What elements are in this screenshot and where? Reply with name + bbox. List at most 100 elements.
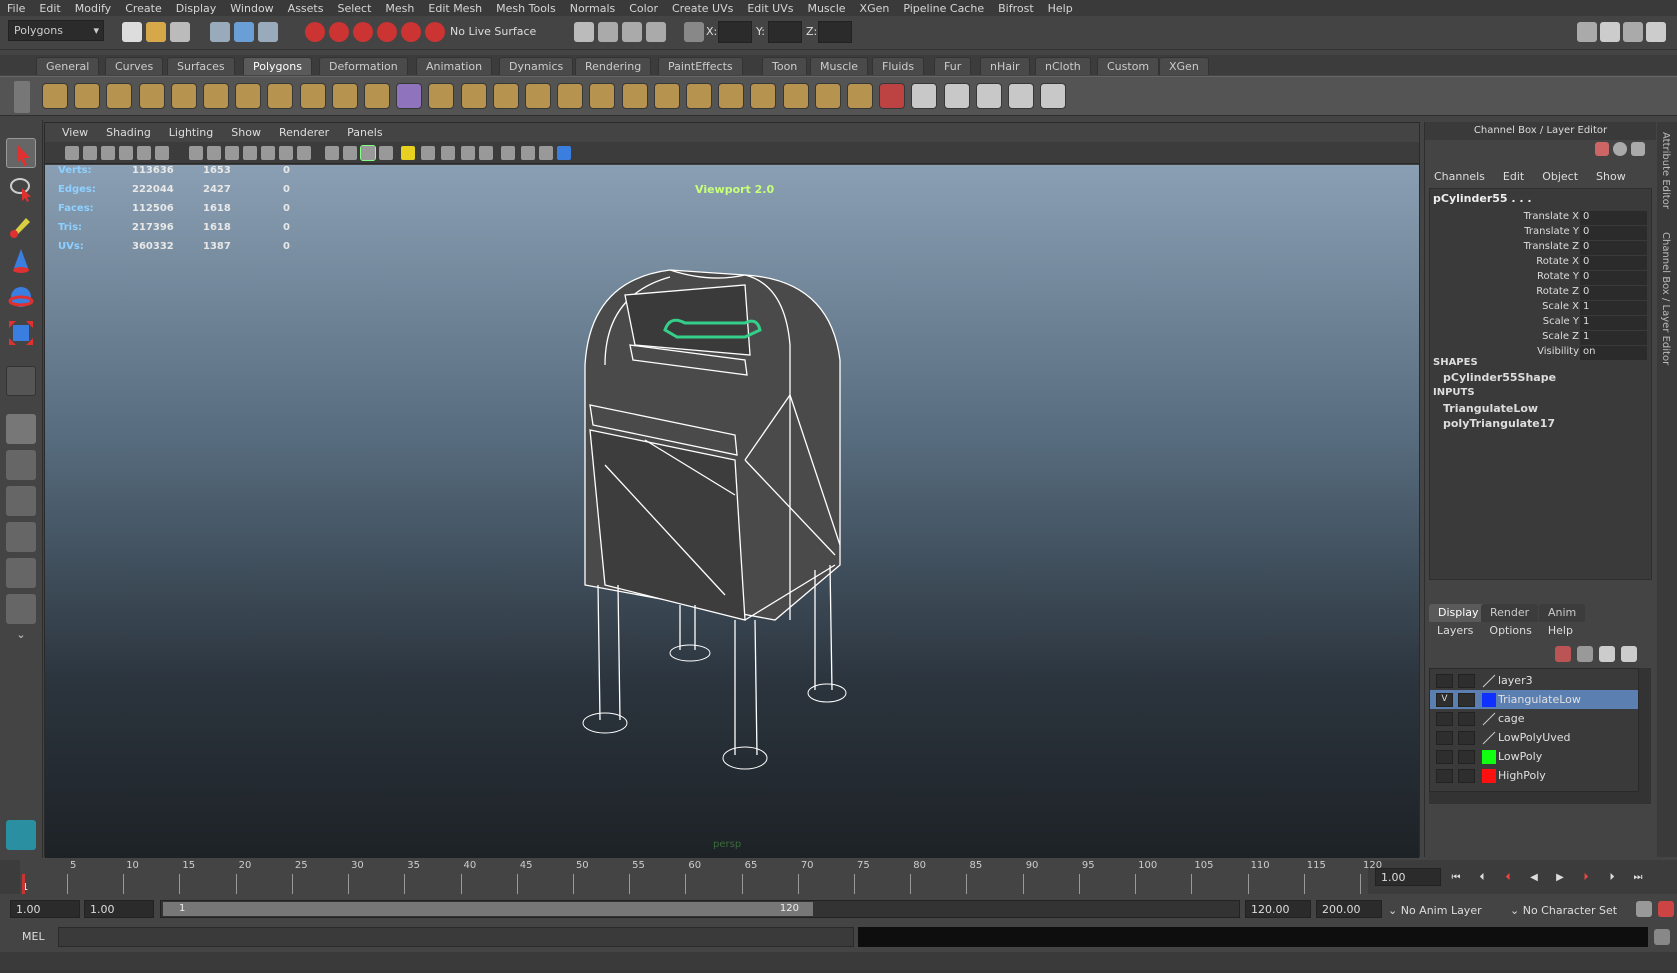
resolution-gate-icon[interactable] <box>225 146 239 160</box>
menu-create[interactable]: Create <box>118 2 169 15</box>
target-weld-icon[interactable] <box>718 83 745 109</box>
layer-menu-layers[interactable]: Layers <box>1429 624 1481 642</box>
snap-point-icon[interactable] <box>353 22 373 42</box>
tool-settings-icon[interactable] <box>1623 22 1643 42</box>
smooth-shade-icon[interactable] <box>343 146 357 160</box>
auto-key-icon[interactable] <box>1636 901 1652 917</box>
play-forwards-icon[interactable]: ▶ <box>1552 872 1568 886</box>
pyramid-icon[interactable] <box>235 83 262 109</box>
tab-ncloth[interactable]: nCloth <box>1035 57 1091 75</box>
save-scene-icon[interactable] <box>170 22 190 42</box>
xray-icon[interactable] <box>521 146 535 160</box>
insert-loop-icon[interactable] <box>653 83 680 109</box>
rotate-tool-icon[interactable] <box>6 282 36 312</box>
channel-attribute-row[interactable]: Translate X0 <box>1430 211 1651 226</box>
film-gate-icon[interactable] <box>207 146 221 160</box>
x-field[interactable] <box>718 21 752 43</box>
current-time-field[interactable]: 1.00 <box>1375 868 1441 886</box>
menuset-dropdown[interactable]: Polygons ▾ <box>8 20 104 41</box>
menu-window[interactable]: Window <box>223 2 280 15</box>
combine-icon[interactable] <box>331 83 358 109</box>
layer-playback-toggle[interactable] <box>1458 712 1475 726</box>
layer-playback-toggle[interactable] <box>1458 674 1475 688</box>
textured-icon[interactable] <box>379 146 393 160</box>
channel-attribute-row[interactable]: Rotate Y0 <box>1430 271 1651 286</box>
layer-playback-toggle[interactable] <box>1458 769 1475 783</box>
uv-unfold-icon[interactable] <box>943 83 970 109</box>
motion-blur-icon[interactable] <box>461 146 475 160</box>
ipr-render-icon[interactable] <box>622 22 642 42</box>
tab-toon[interactable]: Toon <box>762 57 808 75</box>
safe-title-icon[interactable] <box>297 146 311 160</box>
layer-color-swatch[interactable] <box>1482 731 1496 745</box>
extrude-icon[interactable] <box>460 83 487 109</box>
anim-layer-dropdown[interactable]: ⌄ No Anim Layer <box>1388 904 1482 917</box>
grid-icon[interactable] <box>189 146 203 160</box>
hypershade-layout-icon[interactable] <box>6 558 36 588</box>
soccer-ball-icon[interactable] <box>299 83 326 109</box>
channel-box-toggle-icon[interactable] <box>1646 22 1666 42</box>
field-chart-icon[interactable] <box>261 146 275 160</box>
poke-icon[interactable] <box>782 83 809 109</box>
layer-tab-display[interactable]: Display <box>1429 604 1488 622</box>
menu-file[interactable]: File <box>0 2 32 15</box>
menu-edit-mesh[interactable]: Edit Mesh <box>421 2 489 15</box>
command-input[interactable] <box>58 927 854 947</box>
multi-cut-icon[interactable] <box>686 83 712 109</box>
menu-mesh[interactable]: Mesh <box>378 2 421 15</box>
channel-key-icon[interactable] <box>1595 142 1609 156</box>
paint-select-icon[interactable] <box>6 210 36 240</box>
tab-general[interactable]: General <box>36 57 100 75</box>
layer-visibility-toggle[interactable] <box>1436 769 1453 783</box>
layer-menu-help[interactable]: Help <box>1540 624 1581 642</box>
layout-more-icon[interactable]: ⌄ <box>6 628 36 646</box>
tab-polygons[interactable]: Polygons <box>243 57 312 75</box>
tab-rendering[interactable]: Rendering <box>575 57 652 75</box>
uv-layout-icon[interactable] <box>975 83 1002 109</box>
new-layer-icon[interactable] <box>1577 646 1593 662</box>
channel-attribute-row[interactable]: Rotate X0 <box>1430 256 1651 271</box>
channel-box-menu-channels[interactable]: Channels <box>1425 170 1494 183</box>
script-language-toggle[interactable]: MEL <box>22 930 45 943</box>
sculpt-icon[interactable] <box>879 83 906 109</box>
tab-animation[interactable]: Animation <box>416 57 493 75</box>
layer-playback-toggle[interactable] <box>1458 693 1475 707</box>
channel-attribute-value[interactable]: 0 <box>1580 256 1647 270</box>
plane-icon[interactable] <box>170 83 197 109</box>
new-anim-layer-icon[interactable] <box>1599 646 1615 662</box>
lasso-tool-icon[interactable] <box>6 174 36 204</box>
menu-assets[interactable]: Assets <box>281 2 331 15</box>
menu-help[interactable]: Help <box>1041 2 1080 15</box>
select-tool-icon[interactable] <box>6 138 36 168</box>
wireframe-on-shaded-icon[interactable] <box>360 145 376 161</box>
layer-color-swatch[interactable] <box>1482 712 1496 726</box>
fill-hole-icon[interactable] <box>557 83 584 109</box>
menu-select[interactable]: Select <box>330 2 378 15</box>
multisample-icon[interactable] <box>479 146 493 160</box>
tab-custom[interactable]: Custom <box>1097 57 1160 75</box>
play-backwards-icon[interactable]: ◀ <box>1526 872 1542 886</box>
menu-edit[interactable]: Edit <box>32 2 67 15</box>
viewport-menu-show[interactable]: Show <box>222 126 270 139</box>
attribute-editor-side-tab[interactable]: Attribute Editor <box>1660 132 1671 209</box>
tab-fluids[interactable]: Fluids <box>872 57 925 75</box>
input-node[interactable]: TriangulateLow <box>1443 402 1538 415</box>
live-surface-label[interactable]: No Live Surface <box>450 25 536 38</box>
layer-row[interactable]: cage <box>1430 709 1638 728</box>
cube-icon[interactable] <box>74 83 101 109</box>
channel-attribute-value[interactable]: 0 <box>1580 211 1647 225</box>
channel-speed-icon[interactable] <box>1613 142 1627 156</box>
menu-normals[interactable]: Normals <box>563 2 623 15</box>
layer-menu-options[interactable]: Options <box>1481 624 1539 642</box>
chamfer-icon[interactable] <box>814 83 841 109</box>
scale-tool-icon[interactable] <box>6 318 36 348</box>
open-scene-icon[interactable] <box>146 22 166 42</box>
menu-edit-uvs[interactable]: Edit UVs <box>740 2 800 15</box>
uv-snapshot-icon[interactable] <box>1040 83 1067 109</box>
layer-visibility-toggle[interactable] <box>1436 712 1453 726</box>
outliner-persp-layout-icon[interactable] <box>6 486 36 516</box>
channel-attribute-value[interactable]: 1 <box>1580 331 1647 345</box>
channel-attribute-row[interactable]: Translate Y0 <box>1430 226 1651 241</box>
layer-color-swatch[interactable] <box>1482 769 1496 783</box>
layer-visibility-toggle[interactable] <box>1436 674 1453 688</box>
